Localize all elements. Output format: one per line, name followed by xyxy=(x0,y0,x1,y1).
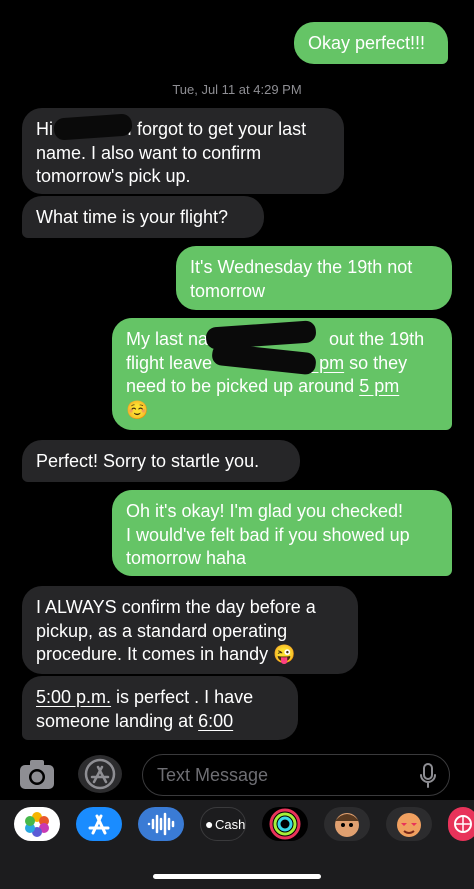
message-text: someone landing at xyxy=(36,710,199,731)
message-text: Hi xyxy=(36,119,53,139)
received-message-always-confirm[interactable]: I ALWAYS confirm the day before a pickup… xyxy=(22,586,358,674)
message-line: tomorrow xyxy=(190,280,266,301)
message-input-placeholder: Text Message xyxy=(157,765,269,785)
message-line: I ALWAYS confirm the day before a xyxy=(36,597,316,617)
sent-message-last-name-flight[interactable]: My last nameout the 19th flight leavet 8… xyxy=(112,318,452,430)
message-line: Oh it's okay! I'm glad you checked! xyxy=(126,501,404,521)
message-line: 5:00 p.m. is perfect . I have xyxy=(36,686,284,710)
message-line: pickup, as a standard operating xyxy=(36,620,288,641)
message-line: name. I also want to confirm xyxy=(36,142,262,163)
sent-message-glad-checked[interactable]: Oh it's okay! I'm glad you checked! I wo… xyxy=(112,490,452,576)
message-text: is perfect . I have xyxy=(111,687,254,707)
message-text: procedure. It comes in handy xyxy=(36,644,269,664)
apple-cash-app-icon[interactable]: ● Cash xyxy=(200,807,246,841)
message-thread: Okay perfect!!! Tue, Jul 11 at 4:29 PM H… xyxy=(0,0,474,748)
time-link[interactable]: 6:00 xyxy=(198,711,233,731)
message-line: It's Wednesday the 19th not xyxy=(190,257,413,277)
message-line: someone landing at 6:00 xyxy=(36,710,284,734)
message-line: I would've felt bad if you showed up xyxy=(126,524,410,545)
message-line: procedure. It comes in handy 😜 xyxy=(36,643,344,667)
message-line: need to be picked up around 5 pm xyxy=(126,375,438,399)
received-message-last-name[interactable]: Hi I forgot to get your last name. I also… xyxy=(22,108,344,194)
photos-app-icon[interactable] xyxy=(14,807,60,841)
app-store-app-icon[interactable] xyxy=(76,807,122,841)
message-text: Perfect! Sorry to startle you. xyxy=(36,451,260,471)
smile-emoji: ☺️ xyxy=(126,399,149,420)
message-text: need to be picked up around xyxy=(126,376,355,396)
cash-label: Cash xyxy=(215,817,246,832)
time-link[interactable]: 5 pm xyxy=(359,376,399,396)
message-text: so they xyxy=(349,352,408,373)
sent-message-okay-perfect[interactable]: Okay perfect!!! xyxy=(294,22,448,64)
audio-message-app-icon[interactable] xyxy=(138,807,184,841)
message-text: flight leave xyxy=(126,352,213,373)
sent-message-wednesday[interactable]: It's Wednesday the 19th not tomorrow xyxy=(176,246,452,310)
message-text: out the 19th xyxy=(329,329,425,349)
message-timestamp: Tue, Jul 11 at 4:29 PM xyxy=(172,82,302,97)
app-store-icon xyxy=(84,758,116,790)
web-app-icon[interactable] xyxy=(448,807,474,841)
camera-icon[interactable] xyxy=(18,757,56,791)
home-indicator[interactable] xyxy=(153,874,321,879)
memoji-app-icon[interactable] xyxy=(386,807,432,841)
received-message-landing[interactable]: 5:00 p.m. is perfect . I have someone la… xyxy=(22,676,298,740)
received-message-perfect[interactable]: Perfect! Sorry to startle you. xyxy=(22,440,300,482)
message-line: tomorrow's pick up. xyxy=(36,166,191,186)
message-input[interactable]: Text Message xyxy=(142,754,450,796)
message-line: tomorrow haha xyxy=(126,548,247,568)
apple-logo-icon: ● xyxy=(205,816,214,832)
time-link[interactable]: 5:00 p.m. xyxy=(36,687,111,707)
message-text: Okay perfect!!! xyxy=(308,33,426,53)
message-text: I forgot to get your last xyxy=(127,119,307,139)
message-text: What time is your flight? xyxy=(36,207,229,227)
microphone-icon[interactable] xyxy=(419,763,437,789)
memoji-stickers-app-icon[interactable] xyxy=(324,807,370,841)
activity-app-icon[interactable] xyxy=(262,807,308,841)
received-message-flight-time[interactable]: What time is your flight? xyxy=(22,196,264,238)
app-store-button[interactable] xyxy=(78,755,122,793)
winking-tongue-emoji: 😜 xyxy=(273,644,296,664)
